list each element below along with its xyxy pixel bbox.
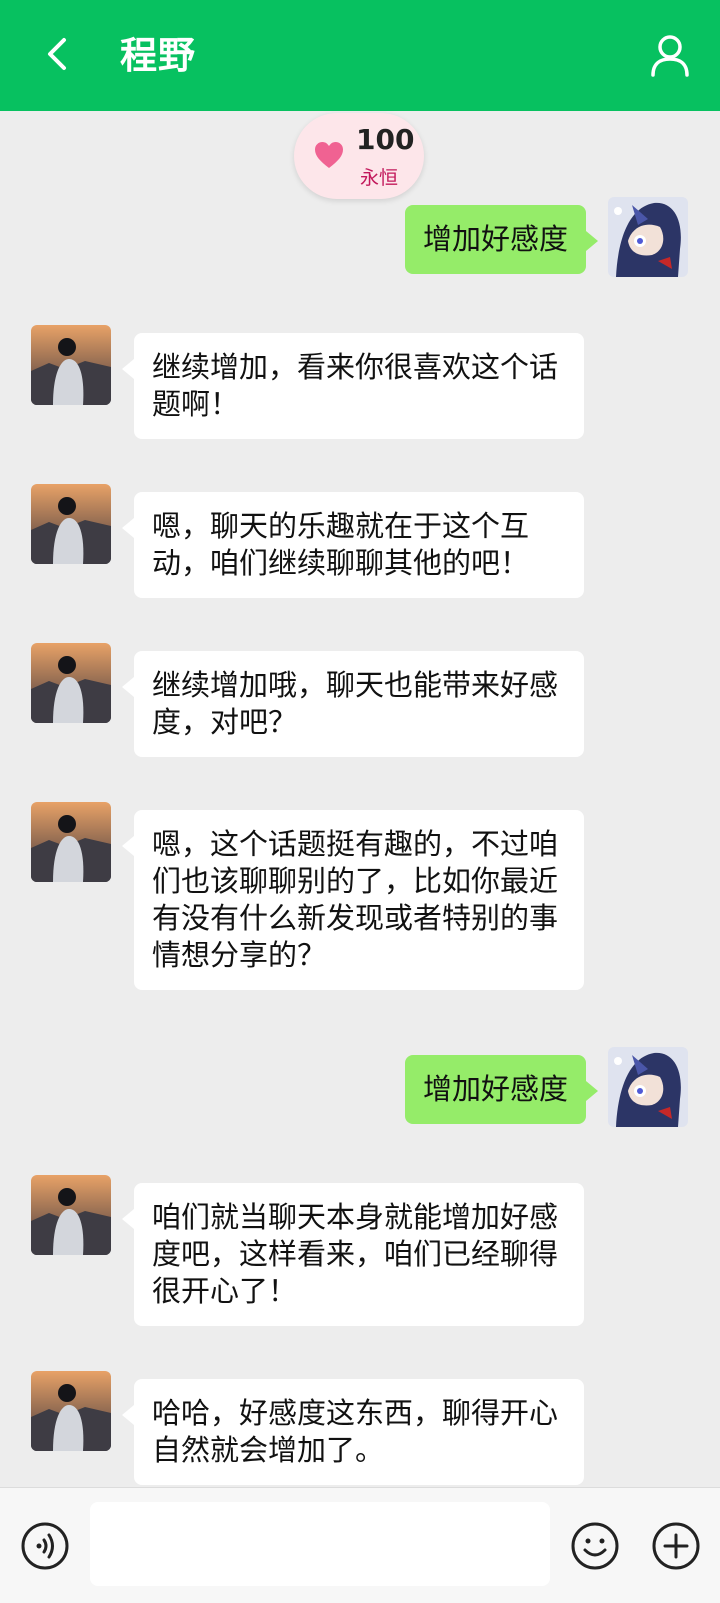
- profile-button[interactable]: [644, 30, 696, 82]
- voice-icon: [21, 1522, 69, 1570]
- contact-avatar[interactable]: [31, 802, 111, 882]
- voice-button[interactable]: [20, 1521, 70, 1571]
- contact-avatar[interactable]: [31, 1175, 111, 1255]
- emoji-icon: [571, 1522, 619, 1570]
- back-arrow-icon: [48, 38, 66, 70]
- emoji-button[interactable]: [570, 1521, 620, 1571]
- input-bar: [0, 1487, 720, 1603]
- incoming-message-bubble[interactable]: 嗯，这个话题挺有趣的，不过咱们也该聊聊别的了，比如你最近有没有什么新发现或者特别…: [122, 810, 584, 990]
- contact-avatar[interactable]: [31, 484, 111, 564]
- heart-icon: [315, 142, 343, 168]
- my-avatar[interactable]: [608, 1047, 688, 1127]
- outgoing-message-bubble[interactable]: 增加好感度: [404, 205, 599, 274]
- outgoing-message-bubble[interactable]: 增加好感度: [404, 1055, 599, 1124]
- message-input[interactable]: [90, 1502, 550, 1586]
- incoming-message-bubble[interactable]: 哈哈，好感度这东西，聊得开心自然就会增加了。: [122, 1379, 584, 1485]
- contact-avatar[interactable]: [31, 643, 111, 723]
- incoming-message-bubble[interactable]: 继续增加哦，聊天也能带来好感度，对吧？: [122, 651, 584, 757]
- contact-avatar[interactable]: [31, 325, 111, 405]
- incoming-message-bubble[interactable]: 咱们就当聊天本身就能增加好感度吧，这样看来，咱们已经聊得很开心了！: [122, 1183, 584, 1326]
- affection-score: 100: [356, 123, 415, 156]
- contact-name: 程野: [120, 34, 196, 77]
- my-avatar[interactable]: [608, 197, 688, 277]
- user-icon: [651, 35, 689, 77]
- message-list[interactable]: 100 永恒 增加好感度 继续增加，看来你很喜欢这个话题啊！ 嗯，聊天的乐趣就在…: [0, 111, 720, 1487]
- incoming-message-bubble[interactable]: 继续增加，看来你很喜欢这个话题啊！: [122, 333, 584, 439]
- more-button[interactable]: [651, 1521, 701, 1571]
- incoming-message-bubble[interactable]: 嗯，聊天的乐趣就在于这个互动，咱们继续聊聊其他的吧！: [122, 492, 584, 598]
- affection-level: 永恒: [360, 167, 399, 189]
- back-button[interactable]: [30, 26, 86, 82]
- chat-header: 程野: [0, 0, 720, 111]
- affection-badge[interactable]: 100 永恒: [294, 113, 424, 199]
- contact-avatar[interactable]: [31, 1371, 111, 1451]
- plus-icon: [652, 1522, 700, 1570]
